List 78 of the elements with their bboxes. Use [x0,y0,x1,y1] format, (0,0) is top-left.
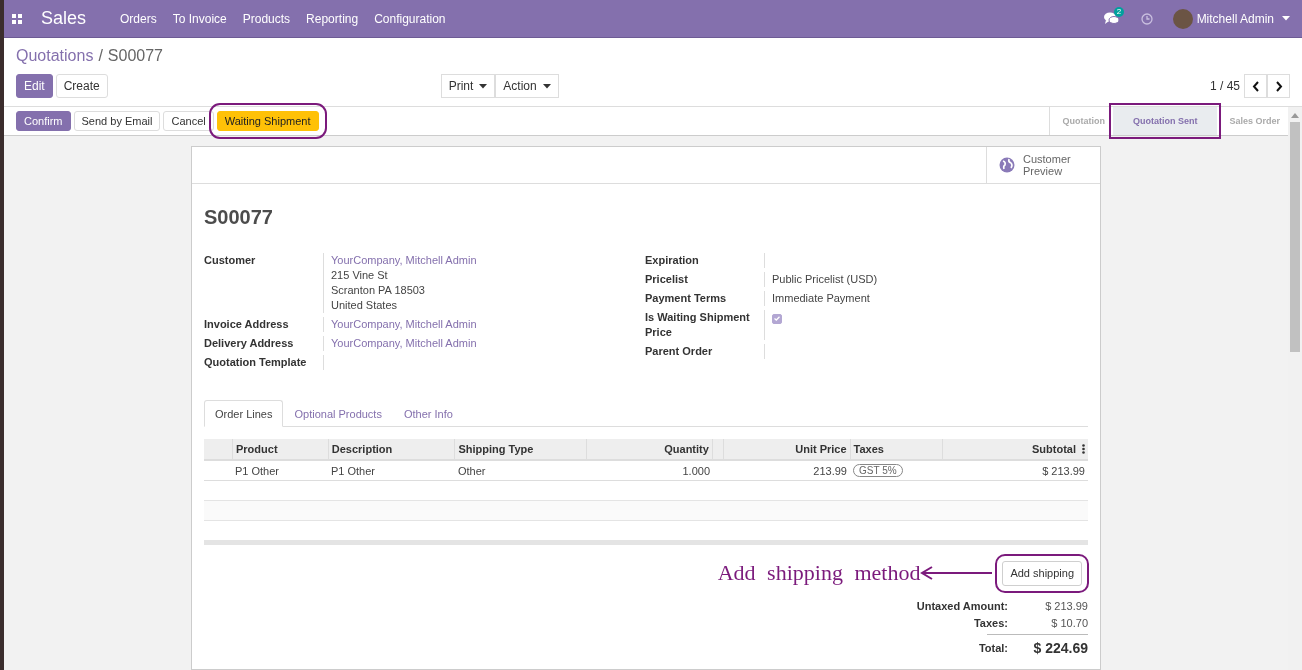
field-link[interactable]: YourCompany, Mitchell Admin [331,317,645,332]
field-label: Payment Terms [645,291,765,306]
checkbox[interactable] [772,313,782,324]
chat-icon[interactable] [1103,12,1119,25]
field-link[interactable]: YourCompany, Mitchell Admin [331,253,645,268]
total-value: $ 10.70 [1050,617,1088,629]
caret-icon [542,83,551,89]
next-button[interactable] [1267,74,1290,98]
previous-button[interactable] [1244,74,1267,98]
tab[interactable]: Optional Products [283,400,393,427]
message-count-badge: 2 [1113,7,1125,17]
field-label: Pricelist [645,272,765,287]
tab[interactable]: Other Info [392,400,464,427]
caret-icon[interactable] [1282,16,1290,21]
field-value: Public Pricelist (USD) [772,272,879,287]
caret-icon [479,83,488,89]
chevron-right-icon [1274,80,1283,92]
stage-step[interactable]: Quotation [1050,107,1113,135]
app-title[interactable]: Sales [41,8,87,29]
field-label: Is Waiting Shipment Price [645,310,765,340]
field-link[interactable]: YourCompany, Mitchell Admin [331,336,645,351]
breadcrumb-separator: / [98,47,103,65]
total-value: $ 213.99 [1044,600,1088,612]
apps-menu-icon[interactable] [12,13,22,24]
menu-item[interactable]: Orders [120,11,157,26]
annotation-text: Add shipping method [717,560,921,586]
scroll-up-icon[interactable] [1291,113,1299,118]
column-header[interactable]: Description [331,443,393,455]
toolbar-button[interactable]: Create [55,74,108,98]
field-value: 215 Vine St [331,268,389,283]
column-header[interactable]: Shipping Type [458,443,534,455]
field-label: Expiration [645,253,765,268]
menu-item[interactable]: To Invoice [172,11,227,26]
field-value: United States [331,298,399,313]
total-label: Untaxed Amount: [916,600,1009,612]
field-label: Parent Order [645,344,765,359]
menu-item[interactable]: Configuration [374,11,446,26]
pager-counter: 1 / 45 [1210,79,1240,93]
tab[interactable]: Order Lines [204,400,284,427]
total-label: Total: [977,642,1009,654]
breadcrumb-link[interactable]: Quotations [16,47,94,65]
menu-item[interactable]: Products [242,11,291,26]
field-value: Immediate Payment [772,291,871,306]
table-cell: Other [458,464,486,477]
grand-total-value: $ 224.69 [1032,640,1088,656]
field-value: Scranton PA 18503 [331,283,426,298]
column-header[interactable]: Unit Price [795,443,847,455]
scroll-thumb[interactable] [1290,122,1300,352]
field-label: Quotation Template [204,355,324,370]
dropdown-button[interactable]: Print [440,74,496,98]
table-cell: P1 Other [235,464,280,477]
workflow-button[interactable]: Confirm [16,111,71,131]
breadcrumb-current: S00077 [107,47,163,65]
record-title: S00077 [204,206,274,229]
menu-item[interactable]: Reporting [306,11,359,26]
column-header[interactable]: Product [236,443,278,455]
field-label: Invoice Address [204,317,324,332]
scrollbar[interactable] [1288,107,1302,670]
clock-icon[interactable] [1140,12,1153,25]
workflow-button[interactable]: Send by Email [73,111,161,131]
table-cell: 213.99 [813,464,847,477]
workflow-button[interactable]: Cancel [163,111,214,131]
field-label: Customer [204,253,324,313]
table-cell: 1.000 [682,464,710,477]
column-header[interactable]: Taxes [853,443,884,455]
kebab-menu-icon[interactable] [1082,444,1085,454]
user-menu[interactable]: Mitchell Admin [1196,11,1274,26]
column-header[interactable]: Quantity [664,443,709,455]
column-header[interactable]: Subtotal [1032,443,1076,455]
dropdown-button[interactable]: Action [495,74,559,98]
chevron-left-icon [1251,80,1260,92]
table-cell: P1 Other [331,464,376,477]
field-label: Delivery Address [204,336,324,351]
toolbar-button[interactable]: Edit [16,74,53,98]
table-cell: $ 213.99 [1042,464,1085,477]
stage-step[interactable]: Sales Order [1217,107,1288,135]
globe-icon [999,157,1015,173]
total-label: Taxes: [972,617,1009,629]
